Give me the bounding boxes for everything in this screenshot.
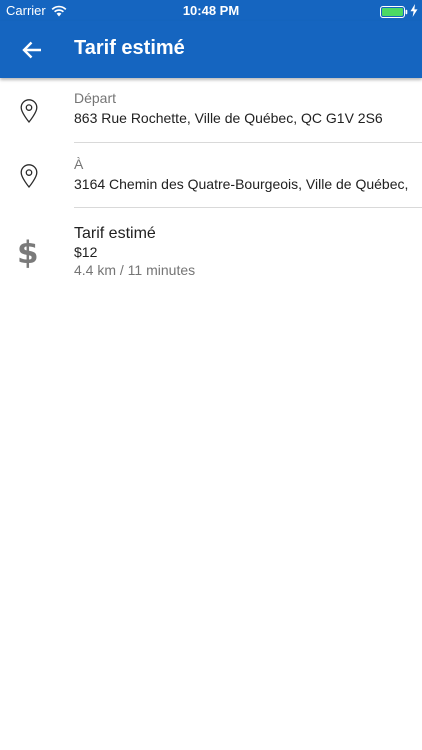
back-button[interactable] — [14, 35, 50, 65]
departure-label: Départ — [74, 90, 117, 106]
status-time: 10:48 PM — [182, 3, 240, 18]
location-pin-icon — [18, 163, 40, 189]
destination-address: 3164 Chemin des Quatre-Bourgeois, Ville … — [74, 176, 409, 192]
fare-text: Tarif estimé $12 4.4 km / 11 minutes — [74, 224, 416, 280]
destination-text: À 3164 Chemin des Quatre-Bourgeois, Vill… — [74, 156, 416, 193]
app-bar: Tarif estimé — [0, 21, 422, 78]
location-pin-icon — [18, 98, 40, 124]
departure-row[interactable]: Départ 863 Rue Rochette, Ville de Québec… — [0, 78, 422, 143]
screen: Carrier 10:48 PM Tarif estimé Départ 863… — [0, 0, 422, 750]
fare-title: Tarif estimé — [74, 225, 156, 242]
departure-address: 863 Rue Rochette, Ville de Québec, QC G1… — [74, 110, 383, 126]
charging-icon — [410, 4, 418, 22]
destination-label: À — [74, 156, 84, 172]
fare-details: 4.4 km / 11 minutes — [74, 262, 196, 278]
destination-row[interactable]: À 3164 Chemin des Quatre-Bourgeois, Vill… — [0, 143, 422, 208]
arrow-left-icon — [22, 41, 41, 59]
fare-row: $ Tarif estimé $12 4.4 km / 11 minutes — [0, 208, 422, 282]
departure-text: Départ 863 Rue Rochette, Ville de Québec… — [74, 90, 416, 127]
status-bar: Carrier 10:48 PM — [0, 0, 422, 21]
page-title: Tarif estimé — [74, 37, 185, 59]
trip-details-list: Départ 863 Rue Rochette, Ville de Québec… — [0, 78, 422, 282]
dollar-icon: $ — [17, 235, 39, 271]
fare-amount: $12 — [74, 244, 98, 260]
